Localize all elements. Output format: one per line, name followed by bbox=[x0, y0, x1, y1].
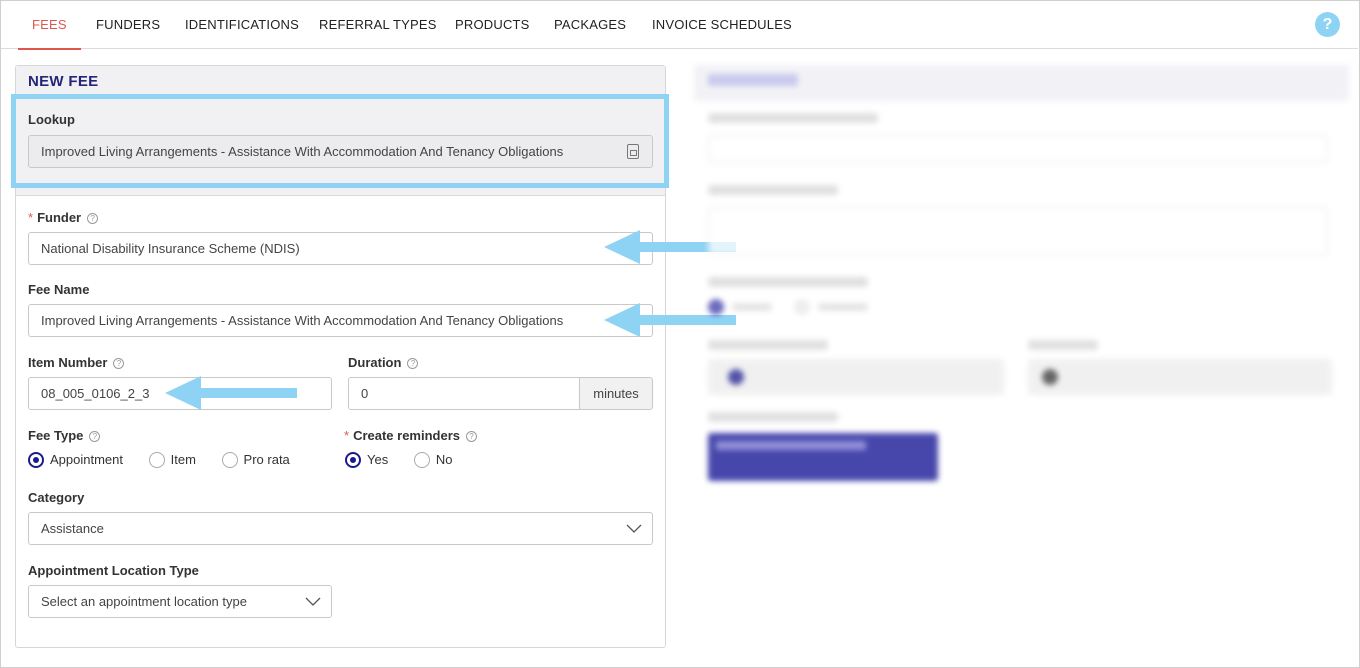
help-icon[interactable]: ? bbox=[407, 358, 419, 369]
blurred-colour-picker bbox=[1028, 359, 1332, 395]
arrow-left-icon bbox=[165, 376, 297, 410]
blurred-appointment-preview bbox=[708, 433, 938, 481]
radio-checked-icon[interactable] bbox=[345, 451, 361, 468]
duration-input[interactable]: 0 bbox=[348, 377, 580, 410]
item-number-label: Item Number? bbox=[28, 355, 125, 370]
blurred-text-shape bbox=[708, 277, 868, 287]
create-reminders-label: * Create reminders? bbox=[344, 428, 478, 443]
radio-checked-icon[interactable] bbox=[28, 451, 44, 468]
tab-packages[interactable]: PACKAGES bbox=[554, 1, 626, 49]
help-icon[interactable]: ? bbox=[466, 431, 478, 442]
blurred-radio bbox=[794, 299, 810, 315]
funder-label: * Funder? bbox=[28, 210, 99, 225]
blurred-text-shape bbox=[708, 113, 878, 123]
question-circle-icon[interactable]: ? bbox=[1315, 12, 1340, 37]
fee-type-option-item[interactable]: Item bbox=[148, 451, 196, 468]
chevron-down-icon bbox=[626, 524, 642, 533]
fee-type-option-appointment[interactable]: Appointment bbox=[28, 451, 123, 468]
category-select[interactable]: Assistance bbox=[28, 512, 653, 545]
tab-bar: FEES FUNDERS IDENTIFICATIONS REFERRAL TY… bbox=[1, 1, 1358, 50]
blurred-input bbox=[708, 135, 1328, 163]
radio-icon[interactable] bbox=[148, 451, 165, 468]
panel-title: NEW FEE bbox=[28, 73, 99, 90]
required-mark: * bbox=[344, 428, 350, 443]
fee-type-radio-group: Appointment Item Pro rata bbox=[28, 451, 312, 468]
funder-select[interactable]: National Disability Insurance Scheme (ND… bbox=[28, 232, 653, 265]
appointment-location-type-placeholder: Select an appointment location type bbox=[41, 594, 247, 609]
blurred-text-shape bbox=[708, 185, 838, 195]
tab-funders[interactable]: FUNDERS bbox=[96, 1, 160, 49]
blurred-text-shape bbox=[716, 441, 866, 450]
category-value: Assistance bbox=[41, 521, 104, 536]
blurred-colour-swatch bbox=[1042, 369, 1058, 385]
appointment-location-type-label: Appointment Location Type bbox=[28, 563, 199, 578]
blurred-text-shape bbox=[818, 303, 868, 311]
help-icon[interactable]: ? bbox=[87, 213, 99, 224]
blurred-colour-picker bbox=[708, 359, 1004, 395]
blurred-colour-swatch bbox=[728, 369, 744, 385]
fee-type-label-text: Fee Type bbox=[28, 428, 84, 443]
funder-label-text: Funder bbox=[37, 210, 82, 225]
fee-name-input[interactable]: Improved Living Arrangements - Assistanc… bbox=[28, 304, 653, 337]
lookup-highlight-box bbox=[11, 94, 669, 188]
tab-identifications[interactable]: IDENTIFICATIONS bbox=[185, 1, 299, 49]
blurred-text-shape bbox=[1028, 340, 1098, 350]
tab-fees[interactable]: FEES bbox=[18, 1, 81, 50]
blurred-header bbox=[694, 65, 1349, 101]
item-number-label-text: Item Number bbox=[28, 355, 108, 370]
category-label: Category bbox=[28, 490, 85, 505]
duration-label-text: Duration bbox=[348, 355, 402, 370]
fee-name-label: Fee Name bbox=[28, 282, 90, 297]
duration-unit: minutes bbox=[580, 377, 653, 410]
create-reminders-radio-group: Yes No bbox=[345, 451, 474, 468]
blurred-radio bbox=[708, 299, 724, 315]
reminders-option-yes[interactable]: Yes bbox=[345, 451, 388, 468]
blurred-title-shape bbox=[708, 74, 798, 86]
tab-referral-types[interactable]: REFERRAL TYPES bbox=[319, 1, 437, 49]
fee-type-option-pro-rata[interactable]: Pro rata bbox=[221, 451, 290, 468]
chevron-down-icon bbox=[305, 597, 321, 606]
blurred-text-shape bbox=[732, 303, 772, 311]
create-reminders-label-text: Create reminders bbox=[353, 428, 461, 443]
blurred-textarea bbox=[708, 207, 1328, 255]
blurred-text-shape bbox=[708, 412, 838, 422]
tab-invoice-schedules[interactable]: INVOICE SCHEDULES bbox=[652, 1, 792, 49]
blurred-text-shape bbox=[708, 340, 828, 350]
help-icon[interactable]: ? bbox=[113, 358, 125, 369]
fee-type-label: Fee Type? bbox=[28, 428, 101, 443]
required-mark: * bbox=[28, 210, 34, 225]
tab-products[interactable]: PRODUCTS bbox=[455, 1, 530, 49]
radio-icon[interactable] bbox=[413, 451, 430, 468]
help-icon[interactable]: ? bbox=[89, 431, 101, 442]
duration-label: Duration? bbox=[348, 355, 419, 370]
reminders-option-no[interactable]: No bbox=[413, 451, 452, 468]
fee-details-panel-blurred bbox=[694, 65, 1349, 648]
appointment-location-type-select[interactable]: Select an appointment location type bbox=[28, 585, 332, 618]
radio-icon[interactable] bbox=[221, 451, 238, 468]
